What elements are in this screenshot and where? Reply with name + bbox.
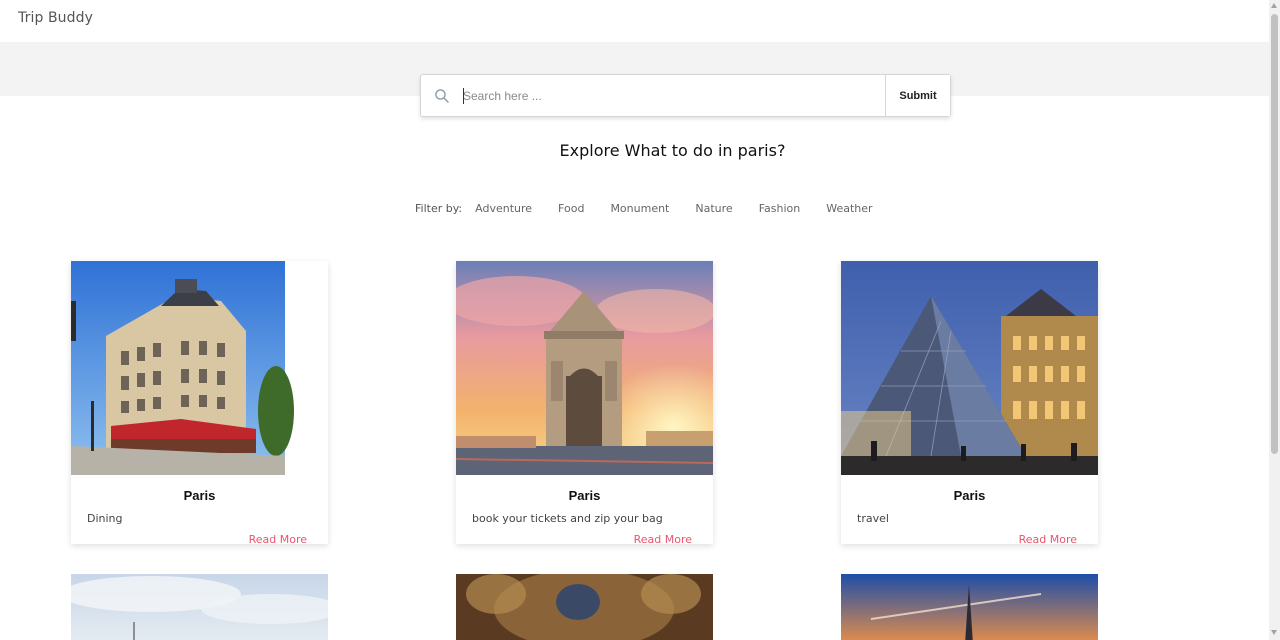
filter-bar: Filter by: Adventure Food Monument Natur…: [415, 202, 899, 215]
card-title: Paris: [568, 488, 601, 503]
place-card-partial[interactable]: [456, 574, 713, 640]
filter-label: Filter by:: [415, 202, 463, 215]
search-icon: [421, 75, 463, 116]
card-title: Paris: [953, 488, 986, 503]
submit-button[interactable]: Submit: [885, 75, 950, 116]
filter-food[interactable]: Food: [558, 202, 584, 215]
page-heading: Explore What to do in paris?: [559, 141, 786, 160]
read-more-link[interactable]: Read More: [249, 533, 307, 546]
card-image-arc-de-triomphe[interactable]: [456, 261, 713, 475]
card-image-palace-ceiling[interactable]: [456, 574, 713, 640]
card-image-louvre-pyramid[interactable]: [841, 261, 1098, 475]
card-description: book your tickets and zip your bag: [472, 512, 663, 525]
read-more-link[interactable]: Read More: [634, 533, 692, 546]
page: Trip Buddy Submit Explore What to do in …: [0, 0, 1280, 640]
card-image-parisian-building[interactable]: [71, 261, 328, 475]
text-caret: [463, 88, 464, 104]
place-card-partial[interactable]: [71, 574, 328, 640]
brand-logo[interactable]: Trip Buddy: [18, 10, 93, 26]
filter-monument[interactable]: Monument: [610, 202, 669, 215]
card-image-paris-skyline[interactable]: [71, 574, 328, 640]
place-card-partial[interactable]: [841, 574, 1098, 640]
scroll-up-arrow-icon[interactable]: [1271, 3, 1277, 8]
place-card[interactable]: Paris travel Read More: [841, 261, 1098, 546]
filter-adventure[interactable]: Adventure: [475, 202, 532, 215]
filter-weather[interactable]: Weather: [826, 202, 872, 215]
filter-fashion[interactable]: Fashion: [759, 202, 801, 215]
place-card[interactable]: Paris Dining Read More: [71, 261, 328, 546]
scroll-down-arrow-icon[interactable]: [1271, 630, 1277, 635]
vertical-scrollbar[interactable]: [1269, 0, 1280, 640]
navbar: Trip Buddy: [0, 0, 1269, 42]
filter-nature[interactable]: Nature: [695, 202, 732, 215]
card-description: Dining: [87, 512, 123, 525]
card-image-eiffel-tower[interactable]: [841, 574, 1098, 640]
card-description: travel: [857, 512, 889, 525]
search-input[interactable]: [463, 75, 885, 116]
read-more-link[interactable]: Read More: [1019, 533, 1077, 546]
place-card[interactable]: Paris book your tickets and zip your bag…: [456, 261, 713, 546]
scroll-thumb[interactable]: [1271, 14, 1278, 454]
search-bar: Submit: [420, 74, 951, 117]
card-title: Paris: [183, 488, 216, 503]
